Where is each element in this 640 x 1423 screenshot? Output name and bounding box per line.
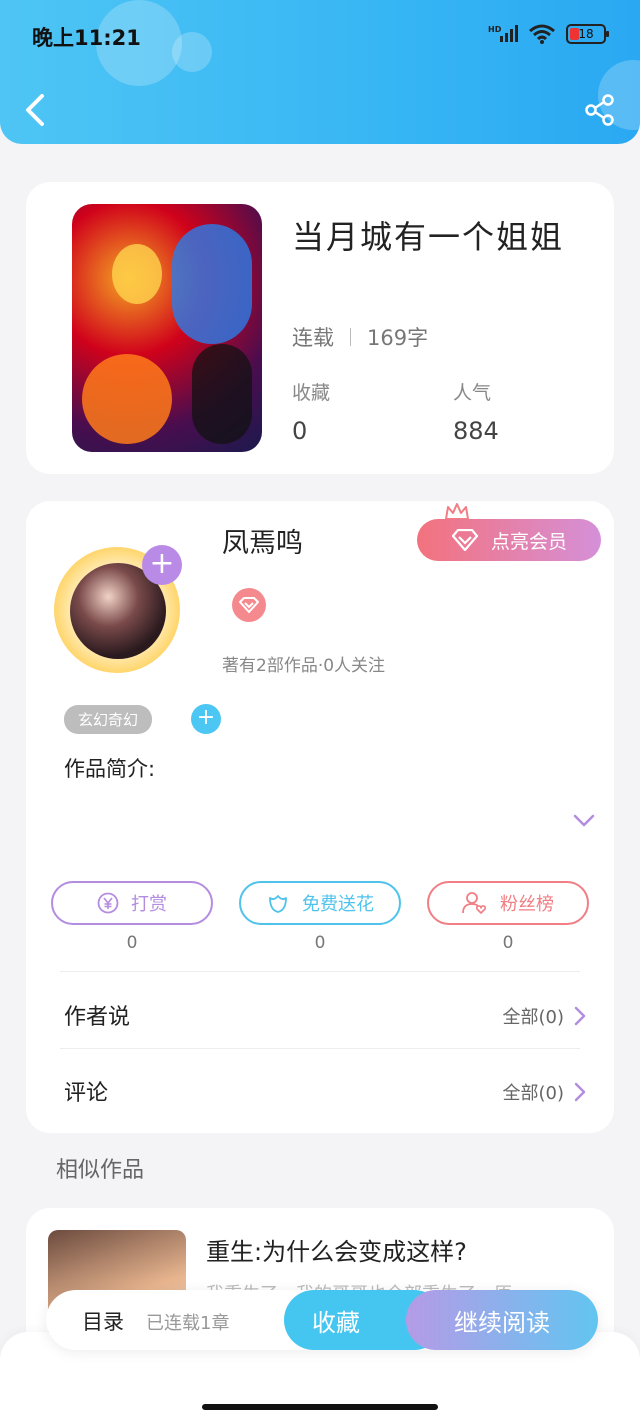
chevron-right-icon [574,1082,586,1102]
intro-label: 作品简介: [64,757,156,781]
vip-button-label: 点亮会员 [490,530,567,553]
user-heart-icon [462,892,487,914]
status-time: 晚上11:21 [32,26,141,50]
tip-button[interactable]: 打赏 [51,881,213,925]
comments-label[interactable]: 评论 [64,1075,108,1107]
continue-reading-label: 继续阅读 [454,1308,550,1337]
tip-button-label: 打赏 [131,894,167,915]
similar-works-heading: 相似作品 [56,1158,145,1183]
author-says-count: 全部(0) [502,1007,565,1028]
share-icon[interactable] [584,94,616,126]
chevron-right-icon [574,1006,586,1026]
book-cover[interactable] [72,204,262,452]
wifi-icon [529,24,555,44]
continue-reading-button[interactable]: 继续阅读 [406,1290,598,1350]
stat-label: 人气 [453,382,492,404]
battery-level: 18 [578,27,594,41]
stat-popularity: 人气 884 [453,378,499,445]
cover-art [192,344,252,444]
favorite-button-label: 收藏 [312,1308,360,1337]
send-flower-button[interactable]: 免费送花 [239,881,401,925]
tip-count: 0 [126,933,138,953]
stat-favorites: 收藏 0 [292,378,330,445]
flower-count: 0 [314,933,326,953]
header: 晚上11:21 HD 18 [0,0,640,144]
author-says-all-link[interactable]: 全部(0) [503,1003,587,1029]
fan-count: 0 [502,933,514,953]
bottom-action-bar: 目录 已连载1章 收藏 继续阅读 [46,1290,598,1350]
author-card: + 凤焉鸣 点亮会员 著有2部作品·0人关注 玄幻奇幻 + 作品简介: 打赏 0 [26,501,614,1133]
genre-tag[interactable]: 玄幻奇幻 [64,705,153,734]
diamond-icon [451,529,479,551]
decor-bubble [172,32,212,72]
book-title: 当月城有一个姐姐 [292,218,565,256]
follow-plus-button[interactable]: + [142,545,182,585]
similar-work-title: 重生:为什么会变成这样? [206,1238,467,1266]
home-indicator [202,1404,438,1410]
signal-icon: HD [488,25,518,42]
cover-art [112,244,162,304]
stat-value: 0 [292,417,308,445]
comments-all-link[interactable]: 全部(0) [503,1079,587,1105]
stat-value: 884 [453,417,499,445]
word-count: 169字 [367,326,429,350]
svg-text:HD: HD [488,25,502,34]
fan-ranking-button[interactable]: 粉丝榜 [427,881,589,925]
add-tag-button[interactable]: + [191,704,221,734]
book-status-row: 连载 169字 [292,322,428,352]
author-says-label[interactable]: 作者说 [64,999,130,1031]
chevron-down-icon[interactable] [572,813,596,829]
chapter-count: 已连载1章 [146,1313,230,1334]
back-arrow-icon[interactable] [22,92,50,128]
cover-art [82,354,172,444]
book-info-card: 当月城有一个姐姐 连载 169字 收藏 0 人气 884 [26,182,614,474]
battery-icon: 18 [566,24,609,44]
divider [60,971,580,972]
diamond-icon [239,597,259,613]
divider [350,328,351,346]
comments-count: 全部(0) [502,1083,565,1104]
toc-button[interactable]: 目录 [82,1306,124,1336]
crown-icon [445,503,469,520]
serial-status: 连载 [292,326,334,350]
fan-ranking-label: 粉丝榜 [500,894,554,915]
flower-icon [269,895,287,913]
vip-level-badge [232,588,266,622]
cover-art [172,224,252,344]
author-name: 凤焉鸣 [222,528,303,559]
send-flower-label: 免费送花 [302,894,374,915]
status-icons: HD 18 [488,24,609,44]
stat-label: 收藏 [292,382,331,404]
divider [60,1048,580,1049]
vip-button[interactable]: 点亮会员 [417,519,601,561]
author-works-info: 著有2部作品·0人关注 [222,656,386,676]
yuan-coin-icon [97,892,119,914]
